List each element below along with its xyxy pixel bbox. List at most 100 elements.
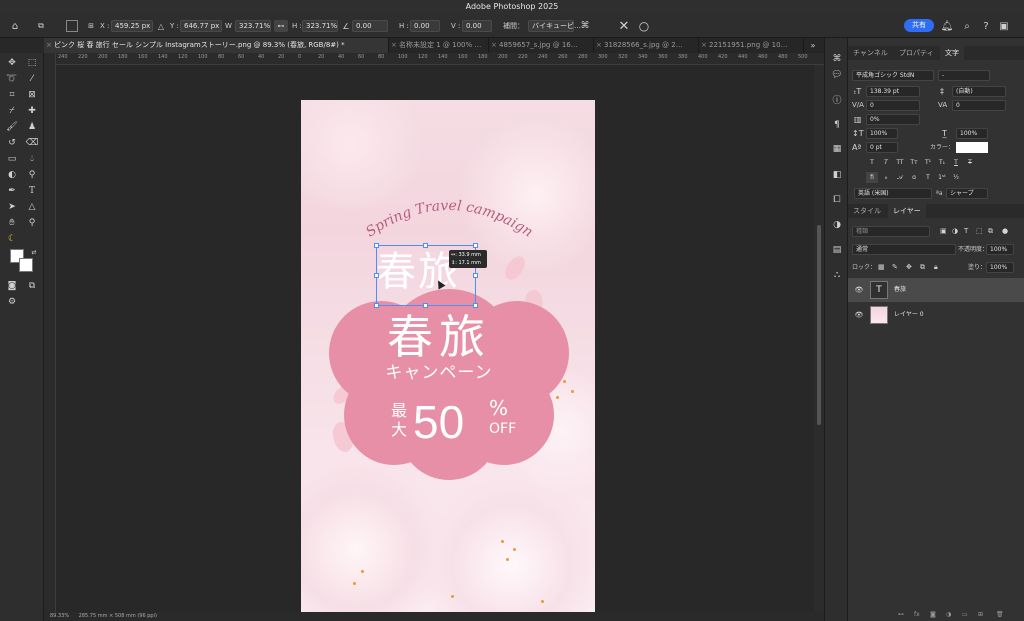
fill-field[interactable]: 100% <box>986 262 1014 273</box>
screen-mode-icon[interactable]: ⧉ <box>24 279 40 293</box>
home-icon[interactable]: ⌂ <box>8 19 22 33</box>
tab-instagram-story[interactable]: × ピンク 桜 春 旅行 セール シンプル Instagramストーリー.png … <box>44 38 389 53</box>
lock-artboard-icon[interactable]: ⧉ <box>920 262 925 273</box>
healing-tool-icon[interactable]: ✚ <box>24 104 40 118</box>
new-layer-icon[interactable]: ⊞ <box>978 611 983 618</box>
extra-tools-icon[interactable]: ⚙ <box>4 295 20 309</box>
underline-icon[interactable]: T <box>950 157 962 168</box>
lasso-tool-icon[interactable]: ➰ <box>4 72 20 86</box>
history-brush-icon[interactable]: ↺ <box>4 136 20 150</box>
strikethrough-icon[interactable]: T <box>964 157 976 168</box>
dodge-tool-2-icon[interactable]: ⚲ <box>24 168 40 182</box>
tab-31828566[interactable]: × 31828566_s.jpg @ 2… <box>594 38 699 53</box>
lock-position-icon[interactable]: ✥ <box>906 262 912 273</box>
history-icon[interactable]: ⌘ <box>830 52 844 66</box>
font-family-select[interactable]: 平成角ゴシック StdN <box>852 70 934 81</box>
add-mask-icon[interactable]: ◙ <box>930 611 936 618</box>
width-field[interactable]: 323.71% <box>235 20 271 32</box>
visibility-eye-icon[interactable]: 👁︎ <box>854 285 864 295</box>
old-style-icon[interactable]: ℴ <box>880 172 892 183</box>
horizontal-scale-field[interactable]: 100% <box>956 128 988 139</box>
filter-type-icon[interactable]: T <box>964 226 968 237</box>
navigator-icon[interactable]: ◧ <box>830 168 844 182</box>
eyedropper-tool-icon[interactable]: ⌿ <box>4 104 20 118</box>
v-skew-field[interactable]: 0.00 <box>462 20 492 32</box>
tab-22151951[interactable]: × 22151951.png @ 10… <box>699 38 804 53</box>
paragraph-icon[interactable]: ¶ <box>830 118 844 132</box>
crop-tool-icon[interactable]: ⌗ <box>4 88 20 102</box>
lock-transparent-icon[interactable]: ▦ <box>878 262 885 273</box>
zoom-level[interactable]: 89.33% <box>50 613 69 619</box>
tab-untitled[interactable]: × 名称未設定 1 @ 100% … <box>389 38 489 53</box>
layer-row-image[interactable]: 👁︎ レイヤー 0 <box>848 303 1024 327</box>
layer-name[interactable]: 春旅 <box>894 278 906 302</box>
vertical-scrollbar[interactable] <box>814 65 824 621</box>
y-position-field[interactable]: 646.77 px <box>180 20 222 32</box>
layer-name[interactable]: レイヤー 0 <box>894 303 924 327</box>
transform-handle[interactable] <box>374 243 379 248</box>
share-button[interactable]: 共有 <box>904 19 934 32</box>
fraction-icon[interactable]: ½ <box>950 172 962 183</box>
tab-channels[interactable]: チャンネル <box>848 46 893 60</box>
ordinal-icon[interactable]: 1ˢᵗ <box>936 172 948 183</box>
superscript-icon[interactable]: T¹ <box>922 157 934 168</box>
subscript-icon[interactable]: T₁ <box>936 157 948 168</box>
close-icon[interactable]: × <box>596 38 602 53</box>
stamp-tool-icon[interactable]: ♟ <box>24 120 40 134</box>
opacity-field[interactable]: 100% <box>986 244 1014 255</box>
document-canvas[interactable]: Spring Travel campaign 春旅 キャンペーン 最大 50 %… <box>301 100 595 621</box>
object-select-icon[interactable]: ⁄ <box>24 72 40 86</box>
more-tabs-icon[interactable]: » <box>806 38 820 53</box>
kerning-field[interactable]: 0 <box>866 100 920 111</box>
blur-tool-icon[interactable]: 💧︎ <box>24 152 40 166</box>
eraser-tool-icon[interactable]: ⌫ <box>24 136 40 150</box>
tool-preset-icon[interactable]: ⧉ <box>34 19 48 33</box>
lock-pixels-icon[interactable]: ✎ <box>892 262 898 273</box>
path-select-icon[interactable]: ➤ <box>4 200 20 214</box>
help-icon[interactable]: ? <box>979 19 993 33</box>
libraries-icon[interactable]: ⧠ <box>830 193 844 207</box>
brush-tool-icon[interactable]: 🖌︎ <box>4 120 20 134</box>
dodge-tool-icon[interactable]: ◐ <box>4 168 20 182</box>
titling-icon[interactable]: T <box>922 172 934 183</box>
filter-toggle-icon[interactable]: ● <box>1002 226 1008 237</box>
stylistic-alt-icon[interactable]: ɑ <box>908 172 920 183</box>
font-size-field[interactable]: 138.39 pt <box>866 86 920 97</box>
lock-all-icon[interactable]: 🔒︎ <box>934 262 938 273</box>
move-tool-icon[interactable]: ✥ <box>4 56 20 70</box>
transform-handle[interactable] <box>473 303 478 308</box>
close-icon[interactable]: × <box>391 38 397 53</box>
delete-layer-icon[interactable]: 🗑︎ <box>996 611 1004 618</box>
tab-styles[interactable]: スタイル <box>848 204 886 218</box>
blend-mode-select[interactable]: 通常 <box>852 244 956 255</box>
layer-row-text[interactable]: 👁︎ T 春旅 <box>848 278 1024 302</box>
transform-handle[interactable] <box>374 303 379 308</box>
all-caps-icon[interactable]: TT <box>894 157 906 168</box>
canvas-area[interactable]: Spring Travel campaign 春旅 キャンペーン 最大 50 %… <box>56 65 814 621</box>
adjustments-icon[interactable]: ◑ <box>830 218 844 232</box>
zoom-tool-icon[interactable]: ⚲ <box>24 216 40 230</box>
faux-italic-icon[interactable]: T <box>880 157 892 168</box>
frame-tool-icon[interactable]: ⊠ <box>24 88 40 102</box>
close-icon[interactable]: × <box>491 38 497 53</box>
ligature-icon[interactable]: ﬁ <box>866 172 878 183</box>
height-field[interactable]: 323.71% <box>302 20 338 32</box>
cancel-transform-icon[interactable]: ✕ <box>617 18 631 34</box>
edit-toolbar-icon[interactable]: ☾ <box>4 232 20 246</box>
gradient-tool-icon[interactable]: ▭ <box>4 152 20 166</box>
leading-field[interactable]: (自動) <box>952 86 1006 97</box>
comments-icon[interactable]: 💬︎ <box>830 68 844 82</box>
tracking-field[interactable]: 0 <box>952 100 1006 111</box>
language-select[interactable]: 英語 (米国) <box>854 188 932 199</box>
workspace-icon[interactable]: ▣ <box>997 19 1011 33</box>
glyphs-icon[interactable]: ▦ <box>830 142 844 156</box>
swap-colors-icon[interactable]: ⇄ <box>26 246 42 260</box>
commit-transform-icon[interactable]: ○ <box>637 18 651 34</box>
transform-handle[interactable] <box>423 243 428 248</box>
fx-icon[interactable]: fx <box>914 611 920 618</box>
text-color-swatch[interactable] <box>956 142 988 153</box>
info-icon[interactable]: ⓘ <box>830 94 844 108</box>
shape-tool-icon[interactable]: △ <box>24 200 40 214</box>
hand-tool-icon[interactable]: ✋︎ <box>4 216 20 230</box>
filter-shape-icon[interactable]: ⬚ <box>976 226 983 237</box>
